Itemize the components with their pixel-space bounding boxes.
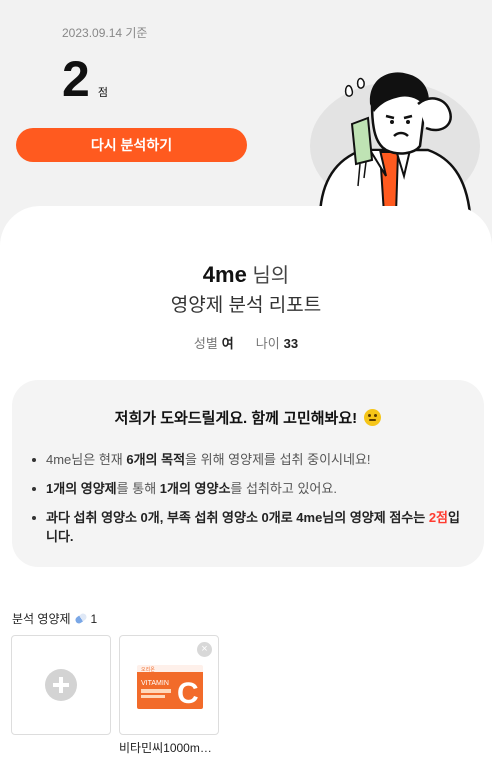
gender-label: 성별: [193, 336, 218, 351]
help-title: 저희가 도와드릴게요. 함께 고민해봐요!: [12, 407, 484, 428]
supplements-count: 1: [90, 611, 98, 626]
score-display: 2 점: [62, 54, 108, 104]
gender-info: 성별 여: [194, 333, 234, 352]
score-value: 2: [62, 51, 90, 107]
summary-text: 를 섭취하고 있어요.: [230, 481, 337, 496]
supplements-label: 분석 영양제: [12, 612, 71, 626]
nutrient-count: 1개의 영양소: [159, 481, 231, 496]
supplement-count: 1개의 영양제: [46, 481, 117, 496]
report-subtitle: 영양제 분석 리포트: [170, 295, 322, 316]
summary-text: 를 통해: [116, 481, 160, 496]
close-icon[interactable]: ×: [197, 642, 212, 657]
help-title-text: 저희가 도와드릴게요. 함께 고민해봐요!: [114, 410, 358, 427]
product-brand: 오리온: [141, 666, 155, 673]
score-highlight: 2점: [428, 510, 449, 525]
user-nickname: 4me: [202, 262, 247, 287]
worried-person-illustration: [310, 72, 480, 214]
product-letter: C: [177, 677, 199, 709]
summary-purpose: 4me님은 현재 6개의 목적을 위해 영양제를 섭취 중이시네요!: [30, 450, 470, 469]
summary-score: 과다 섭취 영양소 0개, 부족 섭취 영양소 0개로 4me님의 영양제 점수…: [30, 508, 470, 546]
supplements-header: 분석 영양제 1: [12, 610, 97, 627]
summary-list: 4me님은 현재 6개의 목적을 위해 영양제를 섭취 중이시네요! 1개의 영…: [30, 450, 470, 556]
gender-value: 여: [221, 336, 234, 351]
pill-icon: [73, 612, 88, 625]
report-title: 4me 님의: [0, 259, 492, 288]
purpose-count: 6개의 목적: [126, 452, 186, 467]
product-label: VITAMIN: [141, 680, 169, 687]
reanalyze-button[interactable]: 다시 분석하기: [16, 128, 247, 162]
vitamin-c-product-image: 오리온 VITAMIN C: [137, 665, 203, 709]
summary-text: 과다 섭취 영양소 0개, 부족 섭취 영양소 0개로 4me님의 영양제 점수…: [46, 510, 429, 525]
summary-supplements: 1개의 영양제를 통해 1개의 영양소를 섭취하고 있어요.: [30, 479, 470, 498]
help-box: 저희가 도와드릴게요. 함께 고민해봐요! 4me님은 현재 6개의 목적을 위…: [12, 380, 484, 567]
age-info: 나이 33: [256, 333, 298, 352]
plus-circle-icon: [45, 669, 77, 701]
age-label: 나이: [255, 336, 280, 351]
title-suffix: 님의: [246, 265, 290, 287]
summary-text: 을 위해 영양제를 섭취 중이시네요!: [185, 452, 371, 467]
age-value: 33: [283, 336, 299, 351]
supplement-name: 비타민씨1000m…: [119, 741, 212, 755]
report-card: 4me 님의 영양제 분석 리포트 성별 여 나이 33 저희가 도와드릴게요. 함…: [0, 206, 492, 767]
user-info: 성별 여 나이 33: [0, 333, 492, 352]
score-header: 2023.09.14 기준 2 점 다시 분석하기: [0, 0, 492, 230]
report-date: 2023.09.14 기준: [62, 26, 148, 40]
score-unit: 점: [97, 87, 108, 99]
thinking-face-icon: [364, 409, 382, 426]
summary-text: 4me님은 현재: [46, 452, 127, 467]
add-supplement-button[interactable]: [11, 635, 111, 735]
supplement-card[interactable]: × 오리온 VITAMIN C: [119, 635, 219, 735]
